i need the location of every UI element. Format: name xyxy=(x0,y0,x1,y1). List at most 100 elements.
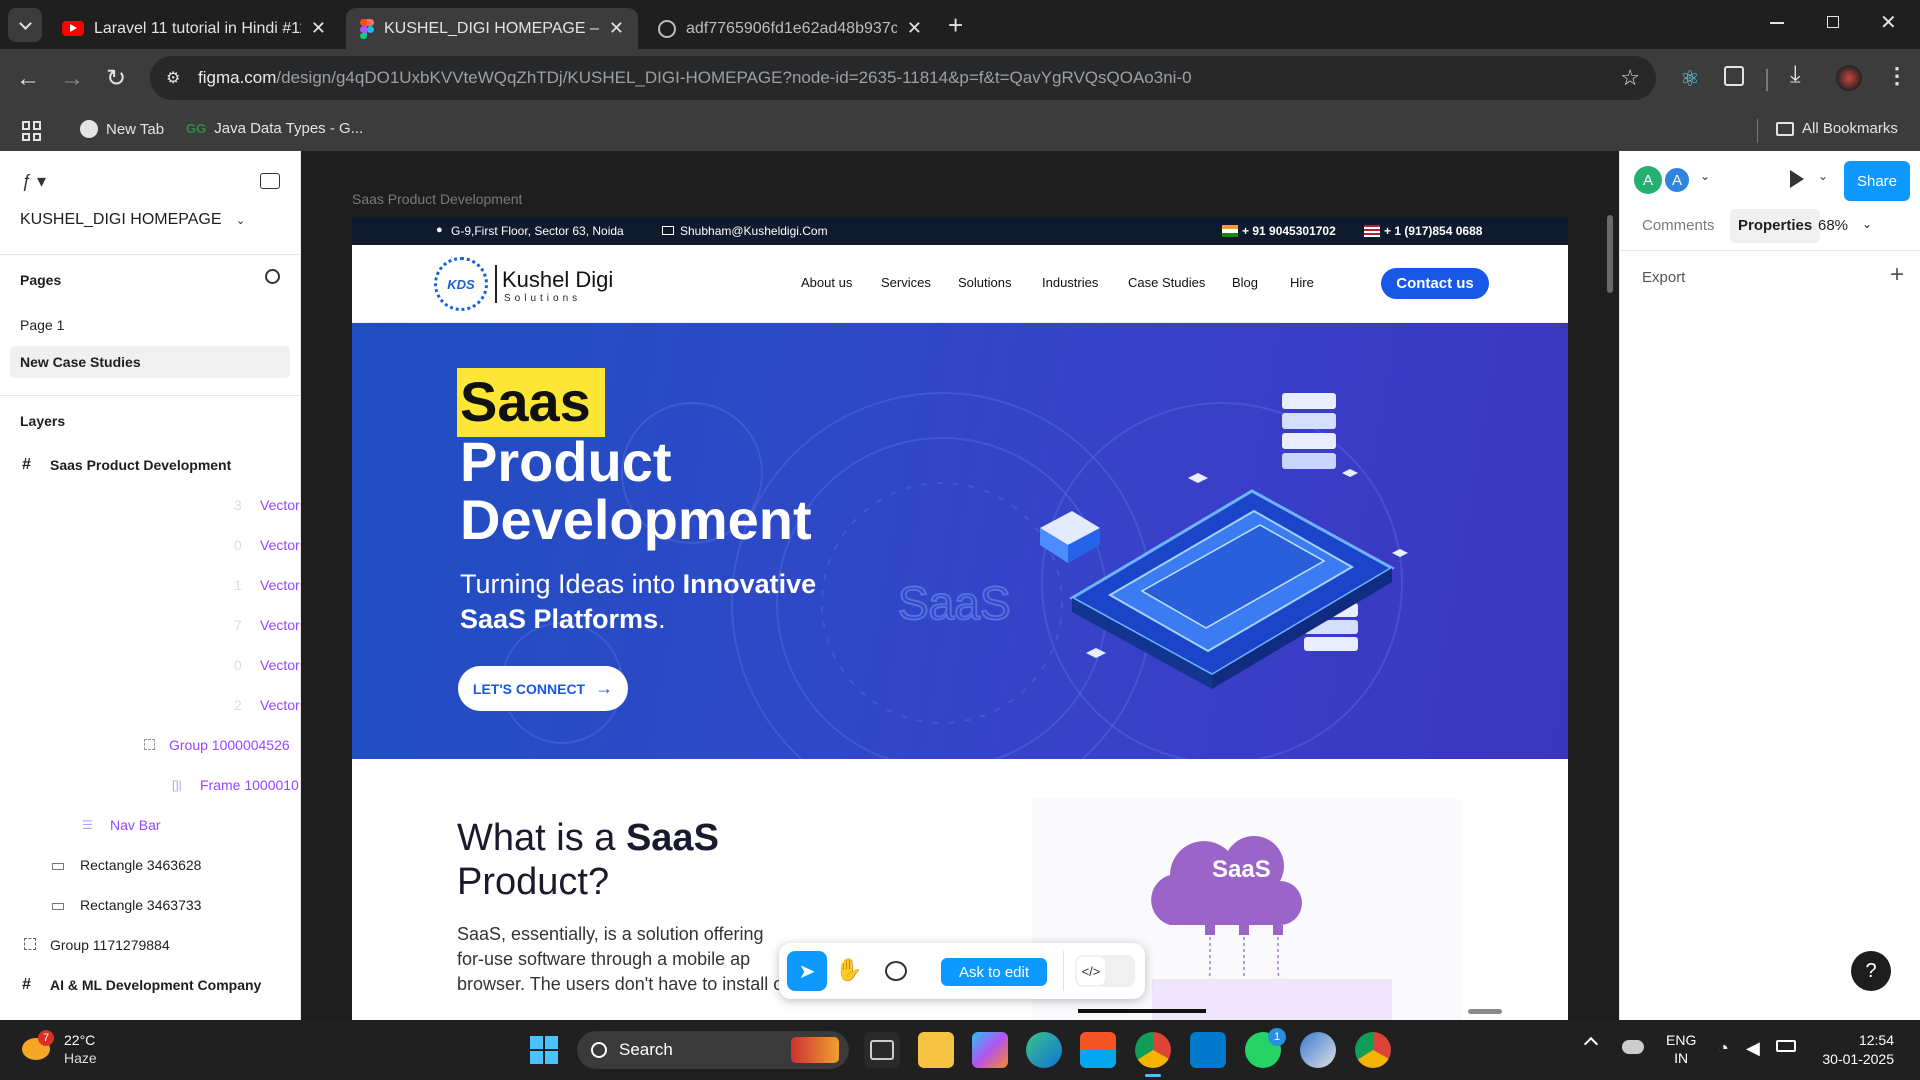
hand-tool-icon[interactable]: ✋ xyxy=(835,957,862,983)
nav-services[interactable]: Services xyxy=(881,275,931,290)
edge-icon[interactable] xyxy=(1026,1032,1062,1068)
hero-title-development: Development xyxy=(460,488,812,551)
reload-icon[interactable]: ↻ xyxy=(106,64,126,93)
vscode-icon[interactable] xyxy=(1190,1032,1226,1068)
new-tab-button[interactable]: + xyxy=(948,10,963,41)
minimize-icon[interactable] xyxy=(1770,22,1784,24)
layer-rectangle[interactable]: Rectangle 3463628 xyxy=(0,845,300,885)
clock[interactable]: 12:54 30-01-2025 xyxy=(1818,1031,1894,1069)
figma-canvas[interactable]: Saas Product Development ● G-9,First Flo… xyxy=(301,151,1619,1020)
layer-navbar[interactable]: ☰ Nav Bar xyxy=(0,805,300,845)
dev-mode-toggle[interactable]: </> xyxy=(1075,955,1135,987)
forward-icon[interactable]: → xyxy=(60,65,84,93)
layer-vector[interactable]: 1 Vector xyxy=(0,565,300,605)
browser-tab[interactable]: Laravel 11 tutorial in Hindi #11 | ✕ xyxy=(48,8,340,49)
comment-tool-icon[interactable] xyxy=(885,961,907,981)
nav-industries[interactable]: Industries xyxy=(1042,275,1098,290)
search-box[interactable]: Search xyxy=(577,1031,849,1069)
zoom-level[interactable]: 68% ⌄ xyxy=(1818,217,1872,234)
tab-properties[interactable]: Properties xyxy=(1730,209,1821,243)
contact-button[interactable]: Contact us xyxy=(1381,268,1489,299)
share-button[interactable]: Share xyxy=(1844,161,1910,201)
collaborator-avatar[interactable]: A xyxy=(1634,166,1662,194)
layer-frame[interactable]: # Saas Product Development xyxy=(0,445,300,485)
window-close-icon[interactable]: ✕ xyxy=(1880,10,1897,35)
task-view-icon[interactable] xyxy=(864,1032,900,1068)
figma-menu-icon[interactable]: ƒ ▾ xyxy=(22,171,46,192)
nav-blog[interactable]: Blog xyxy=(1232,275,1258,290)
design-frame[interactable]: ● G-9,First Floor, Sector 63, Noida Shub… xyxy=(352,217,1568,1020)
layer-vector[interactable]: 0 Vector xyxy=(0,645,300,685)
sidebar-toggle-icon[interactable] xyxy=(260,173,280,189)
nav-case-studies[interactable]: Case Studies xyxy=(1128,275,1205,290)
extensions-icon[interactable] xyxy=(1724,66,1744,86)
all-bookmarks[interactable]: All Bookmarks xyxy=(1776,120,1898,137)
layer-vector[interactable]: 0 Vector xyxy=(0,525,300,565)
site-logo[interactable]: KDS Kushel Digi Solutions xyxy=(434,257,624,311)
file-explorer-icon[interactable] xyxy=(918,1032,954,1068)
close-icon[interactable]: ✕ xyxy=(907,18,922,39)
move-tool-button[interactable]: ➤ xyxy=(787,951,827,991)
layer-vector[interactable]: 2 Vector xyxy=(0,685,300,725)
layer-group[interactable]: Group 1000004526 xyxy=(0,725,300,765)
bookmark-new-tab[interactable]: New Tab xyxy=(80,120,164,138)
store-icon[interactable] xyxy=(1080,1032,1116,1068)
help-button[interactable]: ? xyxy=(1851,951,1891,991)
download-icon[interactable]: ⤓ xyxy=(1790,61,1801,89)
lang-line2: IN xyxy=(1674,1050,1689,1066)
copilot-icon[interactable] xyxy=(972,1032,1008,1068)
menu-icon[interactable]: ⋮ xyxy=(1886,63,1908,89)
back-icon[interactable]: ← xyxy=(16,65,40,93)
address-bar[interactable]: ⚙ figma.com/design/g4qDO1UxbKVVteWQqZhTD… xyxy=(150,56,1656,100)
profile-avatar[interactable] xyxy=(1836,65,1862,91)
page-item[interactable]: Page 1 xyxy=(0,305,300,345)
chevron-down-icon[interactable]: ⌄ xyxy=(1700,169,1710,183)
chevron-down-icon[interactable]: ⌄ xyxy=(1818,169,1828,183)
lets-connect-button[interactable]: LET'S CONNECT → xyxy=(458,666,628,711)
battery-icon[interactable] xyxy=(1776,1040,1796,1052)
ask-to-edit-button[interactable]: Ask to edit xyxy=(941,958,1047,986)
chrome-icon[interactable] xyxy=(1135,1032,1171,1068)
layer-frame[interactable]: # AI & ML Development Company xyxy=(0,965,300,1005)
tray-chevron-icon[interactable] xyxy=(1583,1036,1599,1052)
file-name[interactable]: KUSHEL_DIGI HOMEPAGE ⌄ xyxy=(20,211,245,229)
restore-icon[interactable] xyxy=(1827,16,1839,28)
browser-tab-active[interactable]: KUSHEL_DIGI HOMEPAGE – Figma ✕ xyxy=(346,8,638,49)
onedrive-icon[interactable] xyxy=(1622,1040,1644,1054)
nav-about[interactable]: About us xyxy=(801,275,852,290)
bookmark-java[interactable]: GG Java Data Types - G... xyxy=(186,120,363,137)
mail-icon xyxy=(662,226,674,235)
vertical-scrollbar[interactable] xyxy=(1607,215,1613,293)
horizontal-scrollbar[interactable] xyxy=(1468,1009,1502,1014)
collaborator-avatar[interactable]: A xyxy=(1663,166,1691,194)
tab-search-button[interactable] xyxy=(8,8,42,42)
layer-rectangle[interactable]: Rectangle 3463733 xyxy=(0,885,300,925)
layer-vector[interactable]: 7 Vector xyxy=(0,605,300,645)
page-item-selected[interactable]: New Case Studies xyxy=(10,346,290,378)
volume-icon[interactable]: ◀ xyxy=(1746,1038,1760,1059)
apps-grid-icon[interactable] xyxy=(22,121,42,141)
frame-label[interactable]: Saas Product Development xyxy=(352,191,522,207)
layer-group[interactable]: Group 1171279884 xyxy=(0,925,300,965)
tab-comments[interactable]: Comments xyxy=(1642,217,1715,234)
layer-vector[interactable]: 3 Vector xyxy=(0,485,300,525)
search-icon[interactable] xyxy=(265,269,280,284)
add-export-icon[interactable]: + xyxy=(1890,261,1904,289)
close-icon[interactable]: ✕ xyxy=(311,18,326,39)
lang-indicator[interactable]: ENG IN xyxy=(1666,1031,1696,1067)
weather-widget[interactable]: 7 22°C Haze xyxy=(22,1030,142,1070)
site-info-icon[interactable]: ⚙ xyxy=(166,68,180,88)
close-icon[interactable]: ✕ xyxy=(609,18,624,39)
react-devtools-icon[interactable]: ⚛ xyxy=(1680,66,1700,92)
wifi-icon[interactable]: ◔ xyxy=(1718,1038,1729,1059)
nav-solutions[interactable]: Solutions xyxy=(958,275,1011,290)
present-play-icon[interactable] xyxy=(1790,170,1804,188)
browser-tab[interactable]: adf7765906fd1e62ad48b937cc2 ✕ xyxy=(644,8,936,49)
app-icon[interactable] xyxy=(1300,1032,1336,1068)
nav-hire[interactable]: Hire xyxy=(1290,275,1314,290)
start-button[interactable] xyxy=(530,1036,558,1064)
layer-frame-auto[interactable]: []| Frame 1000010 xyxy=(0,765,300,805)
chrome-icon-2[interactable] xyxy=(1355,1032,1391,1068)
star-icon[interactable]: ☆ xyxy=(1620,65,1640,91)
heading-text: What is a xyxy=(457,817,626,859)
